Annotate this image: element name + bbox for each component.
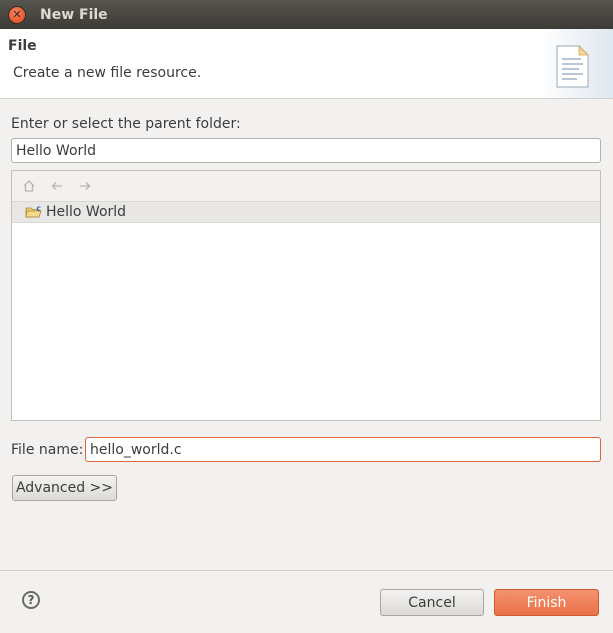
folder-tree[interactable]: C Hello World: [11, 170, 601, 421]
finish-button[interactable]: Finish: [494, 589, 599, 616]
window-title: New File: [40, 6, 108, 23]
tree-item-label: Hello World: [46, 204, 127, 220]
back-arrow-icon[interactable]: [48, 177, 66, 195]
cancel-button[interactable]: Cancel: [380, 589, 484, 616]
svg-text:C: C: [37, 206, 42, 213]
home-icon[interactable]: [20, 177, 38, 195]
wizard-header: File Create a new file resource.: [0, 29, 613, 99]
title-bar: ✕ New File: [0, 0, 613, 29]
footer-separator: [0, 570, 613, 571]
tree-toolbar: [12, 171, 600, 201]
c-project-folder-icon: C: [25, 206, 42, 218]
file-name-label: File name:: [11, 442, 84, 458]
new-file-banner-icon: [541, 29, 613, 98]
close-window-button[interactable]: ✕: [9, 6, 25, 23]
page-description: Create a new file resource.: [13, 65, 202, 81]
advanced-button[interactable]: Advanced >>: [12, 475, 117, 501]
file-name-input[interactable]: [85, 437, 601, 462]
page-title: File: [8, 38, 37, 54]
tree-item-hello-world[interactable]: C Hello World: [12, 201, 600, 223]
help-icon[interactable]: ?: [22, 591, 40, 609]
forward-arrow-icon[interactable]: [76, 177, 94, 195]
parent-folder-label: Enter or select the parent folder:: [11, 116, 241, 132]
parent-folder-input[interactable]: [11, 138, 601, 163]
